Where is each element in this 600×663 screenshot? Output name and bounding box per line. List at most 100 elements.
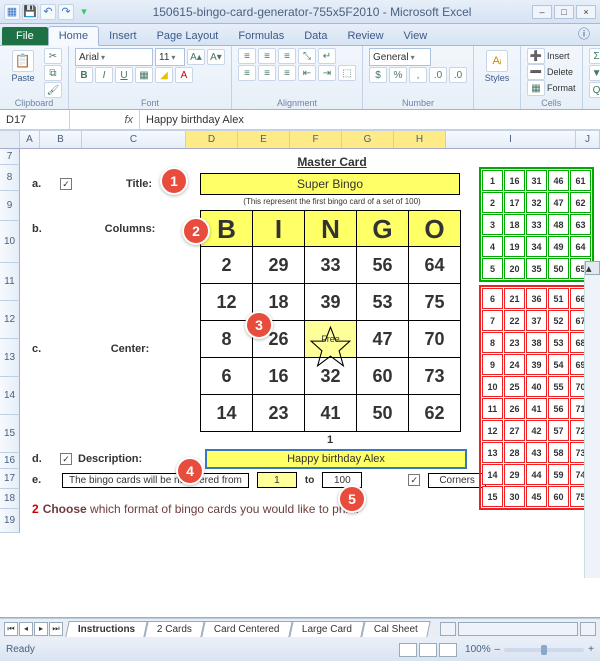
bingo-cell[interactable]: 47	[356, 320, 409, 358]
undo-icon[interactable]: ↶	[40, 4, 56, 20]
view-normal-icon[interactable]	[399, 643, 417, 657]
bingo-cell[interactable]: 16	[252, 357, 305, 395]
sheet-tab-card-centered[interactable]: Card Centered	[202, 621, 293, 637]
hscroll-right-icon[interactable]	[580, 622, 596, 636]
bingo-cell[interactable]: 50	[356, 394, 409, 432]
row-9[interactable]: 9	[0, 191, 20, 221]
sheet-nav-first-icon[interactable]: ⏮	[4, 622, 18, 636]
orientation-icon[interactable]: ⤡	[298, 48, 316, 64]
number-format-select[interactable]: General▾	[369, 48, 431, 66]
zoom-slider[interactable]	[504, 648, 584, 652]
col-A[interactable]: A	[20, 131, 40, 148]
sheet-tab-cal-sheet[interactable]: Cal Sheet	[361, 621, 430, 637]
title-checkbox[interactable]: ✓	[60, 178, 72, 190]
bingo-col-N[interactable]: N	[304, 210, 357, 248]
sheet-tab-large-card[interactable]: Large Card	[289, 621, 364, 637]
format-painter-icon[interactable]: 🖌	[44, 82, 62, 98]
row-18[interactable]: 18	[0, 489, 20, 509]
row-8[interactable]: 8	[0, 165, 20, 191]
cut-icon[interactable]: ✂	[44, 48, 62, 64]
bingo-cell[interactable]: 6	[200, 357, 253, 395]
tab-home[interactable]: Home	[48, 26, 99, 46]
bold-icon[interactable]: B	[75, 67, 93, 83]
copy-icon[interactable]: ⧉	[44, 65, 62, 81]
select-all-corner[interactable]	[0, 131, 20, 148]
fill-color-icon[interactable]: ◢	[155, 67, 173, 83]
italic-icon[interactable]: I	[95, 67, 113, 83]
tab-insert[interactable]: Insert	[99, 27, 147, 45]
row-10[interactable]: 10	[0, 221, 20, 263]
row-7[interactable]: 7	[0, 149, 20, 165]
scroll-up-icon[interactable]: ▴	[585, 261, 600, 275]
insert-cells-icon[interactable]: ➕	[527, 48, 545, 64]
font-name-select[interactable]: Arial▾	[75, 48, 153, 66]
description-checkbox[interactable]: ✓	[60, 453, 72, 465]
range-from-input[interactable]: 1	[257, 472, 297, 488]
sheet-nav-prev-icon[interactable]: ◂	[19, 622, 33, 636]
row-17[interactable]: 17	[0, 469, 20, 489]
zoom-control[interactable]: 100% – +	[465, 644, 594, 655]
font-color-icon[interactable]: A	[175, 67, 193, 83]
name-box[interactable]: D17	[0, 110, 70, 129]
col-G[interactable]: G	[342, 131, 394, 148]
zoom-in-icon[interactable]: +	[588, 644, 594, 655]
bingo-col-G[interactable]: G	[356, 210, 409, 248]
align-middle-icon[interactable]: ≡	[258, 48, 276, 64]
row-12[interactable]: 12	[0, 301, 20, 339]
view-pagelayout-icon[interactable]	[419, 643, 437, 657]
row-19[interactable]: 19	[0, 509, 20, 533]
sheet-nav-last-icon[interactable]: ⏭	[49, 622, 63, 636]
formula-input[interactable]: Happy birthday Alex	[140, 110, 600, 129]
zoom-out-icon[interactable]: –	[495, 644, 501, 655]
tab-file[interactable]: File	[2, 27, 48, 45]
tab-page-layout[interactable]: Page Layout	[147, 27, 229, 45]
col-F[interactable]: F	[290, 131, 342, 148]
decrease-font-icon[interactable]: A▾	[207, 49, 225, 65]
maximize-button[interactable]: □	[554, 5, 574, 19]
bingo-cell[interactable]: 29	[252, 246, 305, 284]
increase-font-icon[interactable]: A▴	[187, 49, 205, 65]
wrap-text-icon[interactable]: ↵	[318, 48, 336, 64]
bingo-cell[interactable]: Free	[304, 320, 357, 358]
redo-icon[interactable]: ↷	[58, 4, 74, 20]
decrease-indent-icon[interactable]: ⇤	[298, 65, 316, 81]
clear-icon[interactable]: Q	[589, 82, 600, 98]
sheet-tab-instructions[interactable]: Instructions	[65, 621, 148, 637]
row-11[interactable]: 11	[0, 263, 20, 301]
col-J[interactable]: J	[576, 131, 600, 148]
save-icon[interactable]: 💾	[22, 4, 38, 20]
bingo-cell[interactable]: 23	[252, 394, 305, 432]
align-right-icon[interactable]: ≡	[278, 65, 296, 81]
view-pagebreak-icon[interactable]	[439, 643, 457, 657]
hscroll-left-icon[interactable]	[440, 622, 456, 636]
increase-decimal-icon[interactable]: .0	[429, 67, 447, 83]
align-left-icon[interactable]: ≡	[238, 65, 256, 81]
bingo-cell[interactable]: 39	[304, 283, 357, 321]
row-16[interactable]: 16	[0, 453, 20, 469]
close-button[interactable]: ×	[576, 5, 596, 19]
currency-icon[interactable]: $	[369, 67, 387, 83]
tab-formulas[interactable]: Formulas	[228, 27, 294, 45]
col-H[interactable]: H	[394, 131, 446, 148]
bingo-cell[interactable]: 64	[408, 246, 461, 284]
align-center-icon[interactable]: ≡	[258, 65, 276, 81]
paste-button[interactable]: 📋 Paste	[6, 48, 40, 92]
minimize-button[interactable]: –	[532, 5, 552, 19]
underline-icon[interactable]: U	[115, 67, 133, 83]
col-D[interactable]: D	[186, 131, 238, 148]
tab-review[interactable]: Review	[337, 27, 393, 45]
percent-icon[interactable]: %	[389, 67, 407, 83]
description-input[interactable]: Happy birthday Alex	[206, 450, 466, 468]
delete-cells-icon[interactable]: ➖	[527, 64, 545, 80]
comma-icon[interactable]: ,	[409, 67, 427, 83]
row-15[interactable]: 15	[0, 415, 20, 453]
bingo-cell[interactable]: 41	[304, 394, 357, 432]
tab-data[interactable]: Data	[294, 27, 337, 45]
bingo-cell[interactable]: 33	[304, 246, 357, 284]
bingo-grid[interactable]: 2293356641218395375826Free47706163260731…	[200, 247, 461, 432]
qat-more-icon[interactable]: ▾	[76, 4, 92, 20]
help-icon[interactable]: ⓘ	[568, 22, 600, 45]
bingo-col-O[interactable]: O	[408, 210, 461, 248]
sheet-content[interactable]: Master Card a. ✓ Title: Super Bingo (Thi…	[20, 149, 600, 617]
bingo-cell[interactable]: 12	[200, 283, 253, 321]
